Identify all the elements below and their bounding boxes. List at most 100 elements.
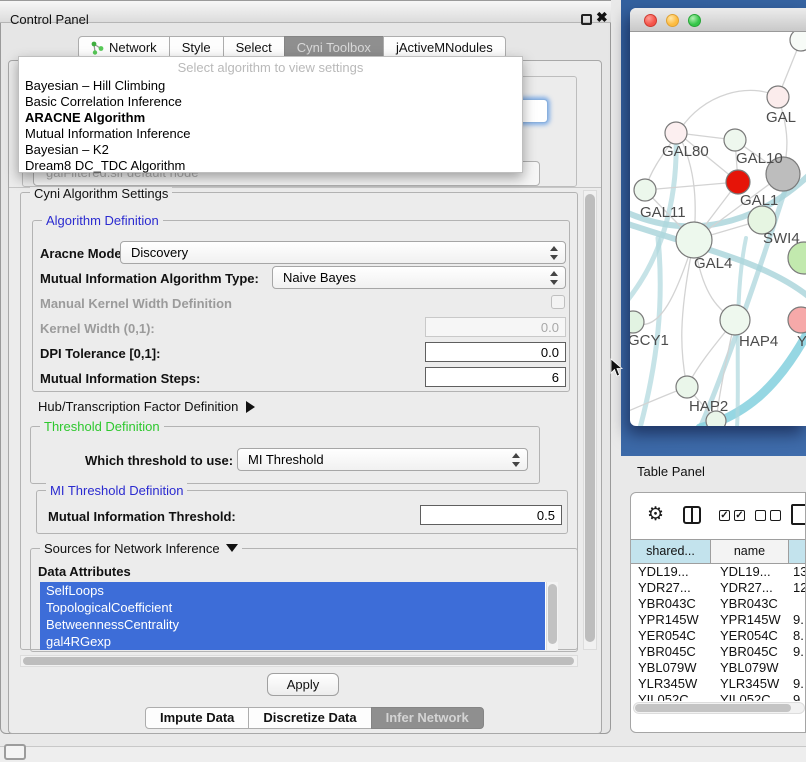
gear-icon[interactable]: ⚙ [647, 503, 664, 526]
table-cell: YLR345W [711, 676, 789, 692]
network-window-titlebar[interactable] [630, 8, 806, 32]
table-row[interactable]: YBR045CYBR045C9. [631, 644, 806, 660]
network-node[interactable] [630, 311, 644, 333]
tab-impute-data[interactable]: Impute Data [145, 707, 249, 729]
table-cell: YDR27... [711, 580, 789, 596]
attribute-list-item[interactable]: BetweennessCentrality [40, 616, 545, 633]
tab-impute-data-label: Impute Data [160, 710, 234, 725]
table-cell: YPR145W [631, 612, 711, 628]
deselect-all-checkbox-icon[interactable] [755, 510, 766, 521]
document-icon[interactable] [791, 504, 806, 525]
mi-threshold-field[interactable] [420, 505, 562, 525]
split-columns-icon[interactable] [683, 506, 701, 524]
table-row[interactable]: YER054CYER054C8. [631, 628, 806, 644]
window-zoom-button[interactable] [688, 14, 701, 27]
table-cell: YBR045C [711, 644, 789, 660]
table-column-header[interactable]: shared... [631, 540, 711, 563]
network-node-label: GAL11 [640, 204, 686, 221]
network-node[interactable] [720, 305, 750, 335]
network-node[interactable] [634, 179, 656, 201]
table-row[interactable]: YBR043CYBR043C [631, 596, 806, 612]
attribute-list-item[interactable]: gal4RGexp [40, 633, 545, 650]
network-icon [91, 41, 104, 55]
tab-select-label: Select [236, 37, 272, 58]
manual-kernel-checkbox[interactable] [551, 295, 565, 309]
apply-button[interactable]: Apply [267, 673, 339, 696]
table-toolbar: ⚙ ✓ ✓ [631, 501, 805, 535]
which-threshold-select[interactable]: MI Threshold [237, 448, 528, 471]
settings-horizontal-scrollbar-thumb[interactable] [23, 657, 574, 665]
tab-infer-network-label: Infer Network [386, 710, 469, 725]
data-attributes-label: Data Attributes [38, 564, 131, 579]
table-cell: YBR043C [711, 596, 789, 612]
network-node[interactable] [790, 32, 806, 51]
network-node[interactable] [788, 307, 806, 333]
window-close-button[interactable] [644, 14, 657, 27]
aracne-mode-select[interactable]: Discovery [120, 241, 566, 264]
select-all-checkbox-icon[interactable]: ✓ [734, 510, 745, 521]
minimized-panel-icon[interactable] [4, 744, 26, 760]
dpi-tolerance-label: DPI Tolerance [0,1]: [40, 346, 160, 361]
network-node[interactable] [665, 122, 687, 144]
tab-discretize-data[interactable]: Discretize Data [248, 707, 371, 729]
table-cell: YDR27... [631, 580, 711, 596]
table-column-header[interactable]: name [711, 540, 789, 563]
table-cell: 9. [789, 676, 806, 692]
control-panel-titlebar[interactable] [0, 0, 611, 23]
algorithm-dropdown-placeholder: Select algorithm to view settings [19, 57, 522, 78]
network-node-label: GAL1 [740, 192, 778, 209]
kernel-width-field[interactable] [425, 317, 566, 337]
attributes-list-scrollbar-thumb[interactable] [548, 584, 557, 644]
close-icon[interactable]: ✖ [596, 9, 608, 26]
table-cell: YDL19... [631, 564, 711, 580]
table-row[interactable]: YDL19...YDL19...13 [631, 564, 806, 580]
algorithm-option[interactable]: Dream8 DC_TDC Algorithm [19, 158, 522, 174]
network-node-label: GCY1 [630, 332, 669, 349]
mi-threshold-legend: MI Threshold Definition [46, 483, 187, 498]
network-node-label: HAP4 [739, 333, 778, 350]
table-column-header[interactable]: A [789, 540, 806, 563]
table-panel-window: ⚙ ✓ ✓ shared...nameA YDL19...YDL19...13Y… [630, 492, 806, 733]
expand-arrow-icon [246, 401, 255, 413]
table-cell: YER054C [631, 628, 711, 644]
network-node[interactable] [767, 86, 789, 108]
cyni-algorithm-settings-legend: Cyni Algorithm Settings [30, 186, 172, 201]
table-cell: YBR045C [631, 644, 711, 660]
deselect-all-checkbox-icon[interactable] [770, 510, 781, 521]
float-window-icon[interactable] [581, 14, 592, 25]
tab-infer-network[interactable]: Infer Network [371, 707, 484, 729]
network-canvas[interactable]: GALGAL80GAL10GAL1GAL11SWI4GAL4GCY1HAP4YH… [630, 32, 806, 426]
attribute-list-item[interactable]: SelfLoops [40, 582, 545, 599]
table-horizontal-scrollbar-thumb[interactable] [635, 704, 791, 712]
table-cell: YER054C [711, 628, 789, 644]
table-panel-title: Table Panel [637, 464, 705, 479]
network-node-label: GAL10 [736, 150, 783, 167]
hub-definition-expander[interactable]: Hub/Transcription Factor Definition [38, 399, 255, 414]
settings-vertical-scrollbar-thumb[interactable] [585, 194, 595, 642]
algorithm-option[interactable]: Bayesian – Hill Climbing [19, 78, 522, 94]
algorithm-option[interactable]: ARACNE Algorithm [19, 110, 522, 126]
mi-type-select[interactable]: Naive Bayes [272, 266, 566, 289]
network-node[interactable] [676, 222, 712, 258]
network-node[interactable] [724, 129, 746, 151]
network-node[interactable] [676, 376, 698, 398]
network-node-label: SWI4 [763, 230, 800, 247]
table-row[interactable]: YIL052CYIL052C9. [631, 692, 806, 701]
select-all-checkbox-icon[interactable]: ✓ [719, 510, 730, 521]
dpi-tolerance-field[interactable] [425, 342, 566, 362]
network-node-label: GAL [766, 109, 796, 126]
spinner-arrows-icon [511, 452, 520, 468]
table-row[interactable]: YDR27...YDR27...12 [631, 580, 806, 596]
algorithm-option[interactable]: Basic Correlation Inference [19, 94, 522, 110]
table-row[interactable]: YPR145WYPR145W9. [631, 612, 806, 628]
mi-steps-field[interactable] [425, 367, 566, 387]
window-minimize-button[interactable] [666, 14, 679, 27]
table-row[interactable]: YLR345WYLR345W9. [631, 676, 806, 692]
table-cell [789, 596, 806, 612]
algorithm-option[interactable]: Mutual Information Inference [19, 126, 522, 142]
algorithm-option[interactable]: Bayesian – K2 [19, 142, 522, 158]
attribute-list-item[interactable]: TopologicalCoefficient [40, 599, 545, 616]
table-row[interactable]: YBL079WYBL079W [631, 660, 806, 676]
network-node[interactable] [726, 170, 750, 194]
sources-legend[interactable]: Sources for Network Inference [40, 541, 242, 556]
